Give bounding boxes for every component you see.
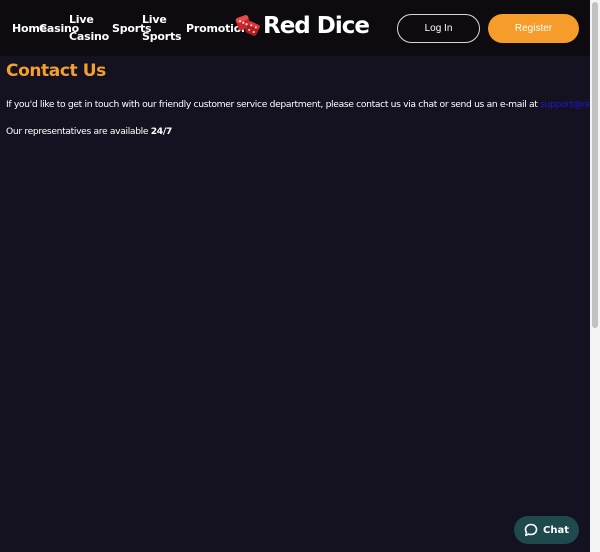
nav-live-sports-line1: Live xyxy=(142,13,167,26)
dice-icon xyxy=(235,15,260,36)
availability-paragraph: Our representatives are available 24/7 xyxy=(6,126,172,137)
nav-live-sports[interactable]: Live Sports xyxy=(142,11,182,45)
contact-paragraph: If you'd like to get in touch with our f… xyxy=(6,99,600,110)
logo-text: Red Dice xyxy=(263,13,370,39)
nav-live-casino[interactable]: Live Casino xyxy=(69,11,109,45)
site-header: Home Casino Live Casino Sports Live Spor… xyxy=(0,0,590,56)
page: Home Casino Live Casino Sports Live Spor… xyxy=(0,0,600,552)
chat-bubble-icon xyxy=(524,523,538,537)
login-button[interactable]: Log In xyxy=(397,14,480,43)
nav-live-sports-line2: Sports xyxy=(142,30,182,43)
nav-live-casino-line1: Live xyxy=(69,13,94,26)
nav-live-casino-line2: Casino xyxy=(69,30,110,43)
chat-button[interactable]: Chat xyxy=(514,516,579,544)
scrollbar[interactable] xyxy=(590,0,600,552)
scrollbar-thumb[interactable] xyxy=(592,2,598,328)
register-button[interactable]: Register xyxy=(488,14,579,43)
contact-intro-text: If you'd like to get in touch with our f… xyxy=(6,99,541,110)
logo[interactable]: Red Dice xyxy=(235,12,370,40)
availability-value: 24/7 xyxy=(150,126,172,137)
page-title: Contact Us xyxy=(6,61,106,81)
chat-label: Chat xyxy=(543,524,569,536)
availability-text: Our representatives are available xyxy=(6,126,151,137)
